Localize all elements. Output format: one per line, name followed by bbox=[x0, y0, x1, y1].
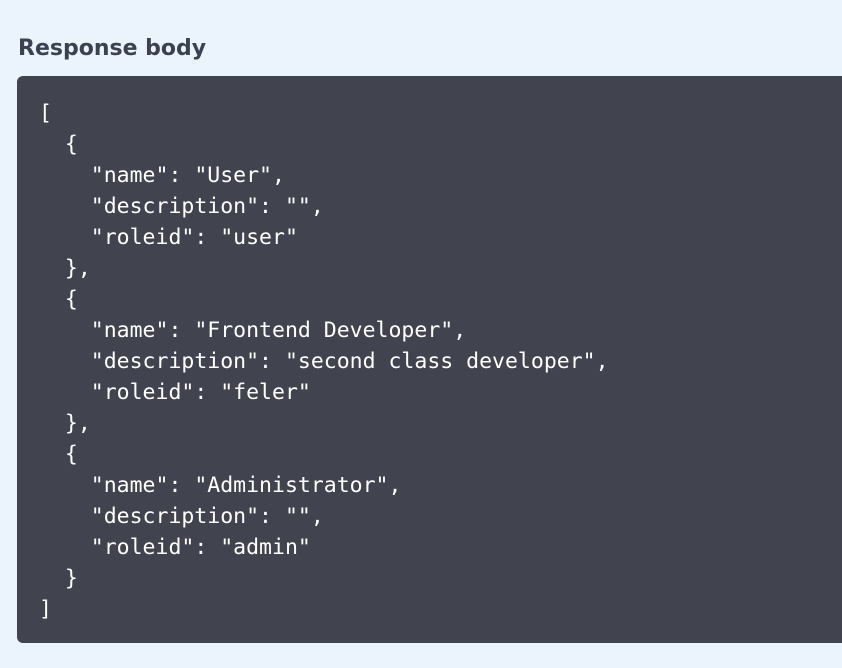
response-body-title: Response body bbox=[18, 36, 207, 61]
response-body-json[interactable]: [ { "name": "User", "description": "", "… bbox=[39, 98, 842, 625]
response-body-code-block[interactable]: [ { "name": "User", "description": "", "… bbox=[17, 76, 842, 643]
